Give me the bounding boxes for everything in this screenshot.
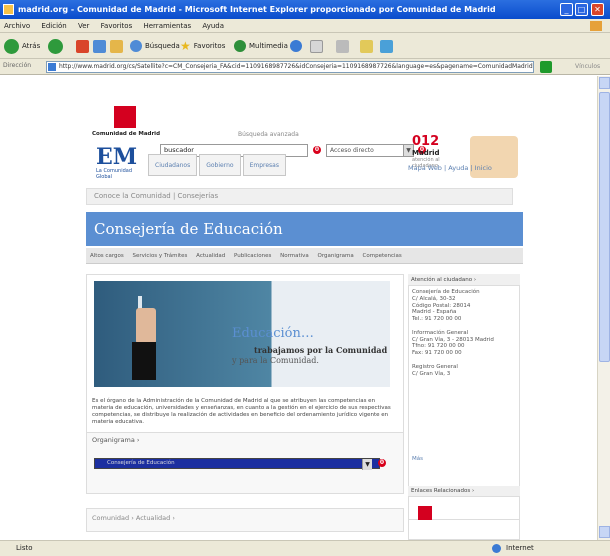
- page-icon: [48, 63, 56, 71]
- organigrama-select[interactable]: Consejería de Educación: [94, 458, 380, 469]
- page-status-icon: [4, 541, 12, 549]
- address-label: Dirección: [3, 62, 32, 69]
- nav-altos-cargos[interactable]: Altos cargos: [90, 253, 124, 259]
- zone-label: Internet: [506, 544, 534, 552]
- nav-publicaciones[interactable]: Publicaciones: [234, 253, 271, 259]
- section-nav: Altos cargos Servicios y Trámites Actual…: [86, 248, 523, 264]
- status-bar: Listo Internet: [0, 540, 610, 556]
- audience-tabs: Ciudadanos Gobierno Empresas: [148, 154, 286, 176]
- edit-button[interactable]: [360, 37, 373, 55]
- nav-organigrama[interactable]: Organigrama: [318, 253, 354, 259]
- organigrama-label[interactable]: Organigrama ›: [92, 436, 139, 444]
- sidebar-heading[interactable]: Atención al ciudadano ›: [408, 274, 520, 286]
- refresh-icon: [93, 39, 106, 53]
- refresh-button[interactable]: [93, 37, 106, 55]
- description-text: Es el órgano de la Administración de la …: [92, 398, 391, 425]
- tab-gobierno[interactable]: Gobierno: [199, 154, 241, 176]
- history-button[interactable]: [290, 37, 302, 55]
- multimedia-button[interactable]: Multimedia: [234, 37, 288, 55]
- search-go-button[interactable]: 0: [313, 146, 321, 154]
- em-logo[interactable]: EM La Comunidad Global: [96, 144, 140, 180]
- windows-logo-icon: [590, 21, 602, 31]
- nav-actualidad[interactable]: Actualidad: [196, 253, 225, 259]
- organigrama-go-button[interactable]: 0: [378, 459, 386, 467]
- folder-icon: [360, 39, 373, 53]
- page-title: Consejería de Educación: [86, 212, 523, 246]
- menu-ayuda[interactable]: Ayuda: [202, 22, 224, 30]
- vertical-scrollbar[interactable]: [597, 76, 610, 540]
- toolbar: Atrás Búsqueda ★ Favoritos Multimedia: [0, 33, 610, 59]
- nav-servicios[interactable]: Servicios y Trámites: [132, 253, 187, 259]
- chevron-down-icon[interactable]: ▼: [362, 459, 372, 470]
- search-button[interactable]: Búsqueda: [130, 37, 180, 55]
- print-icon: [336, 39, 349, 53]
- comunidad-logo-icon[interactable]: [114, 106, 136, 128]
- media-icon: [234, 40, 246, 52]
- back-arrow-icon: [4, 38, 19, 54]
- top-links[interactable]: Mapa Web | Ayuda | Inicio: [408, 164, 492, 172]
- quick-access-select[interactable]: Acceso directo ▼: [326, 144, 414, 157]
- messenger-icon: [380, 39, 393, 53]
- forward-button[interactable]: [48, 37, 63, 55]
- home-icon: [110, 39, 123, 53]
- advanced-search-link[interactable]: Búsqueda avanzada: [238, 131, 299, 138]
- related-links-heading[interactable]: Enlaces Relacionados ›: [408, 486, 520, 497]
- banner-line-1: Educación…: [232, 326, 314, 341]
- close-button[interactable]: ✕: [591, 3, 604, 16]
- forward-arrow-icon: [48, 38, 63, 54]
- em-letters: EM: [96, 144, 138, 170]
- menu-edicion[interactable]: Edición: [41, 22, 66, 30]
- links-label[interactable]: Vínculos: [575, 63, 600, 70]
- contact-info: Consejería de Educación C/ Alcalá, 30-32…: [412, 289, 494, 377]
- print-button[interactable]: [336, 37, 349, 55]
- status-text: Listo: [16, 544, 33, 552]
- menu-bar: Archivo Edición Ver Favoritos Herramient…: [0, 19, 610, 33]
- home-button[interactable]: [110, 37, 123, 55]
- maximize-button[interactable]: □: [575, 3, 588, 16]
- minimize-button[interactable]: _: [560, 3, 573, 16]
- star-icon: ★: [180, 39, 191, 53]
- menu-ver[interactable]: Ver: [78, 22, 89, 30]
- scroll-thumb[interactable]: [599, 92, 610, 362]
- logo-text: Comunidad de Madrid: [92, 131, 161, 137]
- scroll-down-arrow-icon[interactable]: [599, 526, 610, 538]
- arm-image: [132, 342, 156, 380]
- breadcrumb[interactable]: Conoce la Comunidad | Consejerías: [86, 188, 513, 205]
- scroll-up-arrow-icon[interactable]: [599, 77, 610, 89]
- address-bar: Dirección http://www.madrid.org/cs/Satel…: [0, 59, 610, 75]
- url-input[interactable]: http://www.madrid.org/cs/Satellite?c=CM_…: [46, 61, 534, 73]
- nav-normativa[interactable]: Normativa: [280, 253, 309, 259]
- related-link-icon[interactable]: [418, 506, 432, 520]
- history-icon: [290, 40, 302, 52]
- go-button[interactable]: [540, 61, 552, 73]
- internet-globe-icon: [492, 544, 501, 553]
- hand-image: [136, 308, 156, 344]
- mail-icon: [310, 39, 323, 53]
- back-button[interactable]: Atrás: [4, 37, 40, 55]
- web-content: Comunidad de Madrid Búsqueda avanzada bu…: [0, 76, 597, 540]
- ie-icon: [3, 4, 14, 15]
- banner-line-3: y para la Comunidad.: [232, 356, 319, 365]
- stop-button[interactable]: [76, 37, 89, 55]
- window-title: madrid.org - Comunidad de Madrid - Micro…: [0, 0, 610, 19]
- tab-empresas[interactable]: Empresas: [242, 154, 286, 176]
- banner-line-2: trabajamos por la Comunidad: [254, 345, 388, 355]
- menu-favoritos[interactable]: Favoritos: [101, 22, 133, 30]
- favorites-button[interactable]: ★ Favoritos: [180, 37, 225, 55]
- stop-icon: [76, 39, 89, 53]
- mail-button[interactable]: [310, 37, 323, 55]
- tab-ciudadanos[interactable]: Ciudadanos: [148, 154, 198, 176]
- messenger-button[interactable]: [380, 37, 393, 55]
- menu-herramientas[interactable]: Herramientas: [143, 22, 191, 30]
- menu-archivo[interactable]: Archivo: [4, 22, 30, 30]
- search-icon: [130, 40, 142, 52]
- actualidad-label[interactable]: Comunidad › Actualidad ›: [92, 514, 175, 522]
- nav-competencias[interactable]: Competencias: [363, 253, 402, 259]
- more-link[interactable]: Más: [412, 456, 423, 462]
